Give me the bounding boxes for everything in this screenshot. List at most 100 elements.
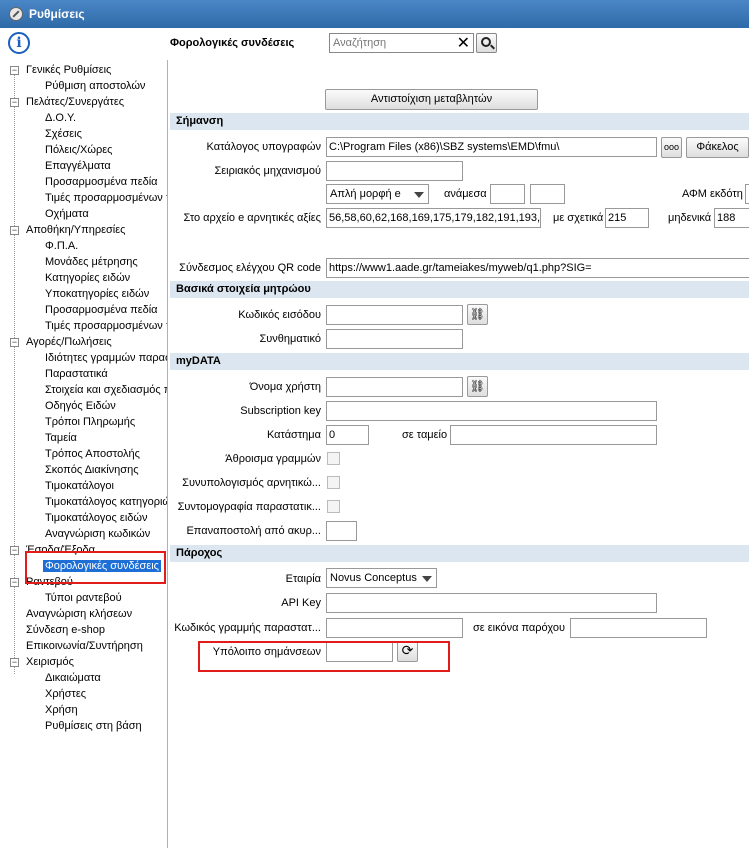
tree-item-users[interactable]: Χρήστες <box>45 688 86 700</box>
tree-item-line-props[interactable]: Ιδιότητες γραμμών παρασ <box>45 352 167 364</box>
expand-toggle[interactable]: − <box>10 66 19 75</box>
form-select-value: Απλή μορφή e <box>330 188 401 200</box>
tree-item-cashboxes[interactable]: Ταμεία <box>45 432 77 444</box>
serial-label: Σειριακός μηχανισμού <box>214 165 321 177</box>
cashbox-label: σε ταμείο <box>402 429 448 441</box>
tree-item-custom-prices[interactable]: Τιμές προσαρμοσμένων π <box>45 320 167 332</box>
tree-item-handling[interactable]: Χειρισμός <box>26 656 74 668</box>
tree-item-custom-fields[interactable]: Προσαρμοσμένα πεδία <box>45 176 158 188</box>
expand-toggle[interactable]: − <box>10 226 19 235</box>
tree-item-custom-fields[interactable]: Προσαρμοσμένα πεδία <box>45 304 158 316</box>
expand-toggle[interactable]: − <box>10 98 19 107</box>
tree-item-doy[interactable]: Δ.Ο.Υ. <box>45 112 76 124</box>
tree-item-vehicles[interactable]: Οχήματα <box>45 208 89 220</box>
username-field[interactable] <box>326 377 463 397</box>
relative-field[interactable]: 215 <box>605 208 649 228</box>
tree-item-cities[interactable]: Πόλεις/Χώρες <box>45 144 112 156</box>
api-key-field[interactable] <box>326 593 657 613</box>
tree-item-shipping[interactable]: Ρύθμιση αποστολών <box>45 80 145 92</box>
tree-item-items-guide[interactable]: Οδηγός Ειδών <box>45 400 116 412</box>
expand-toggle[interactable]: − <box>10 578 19 587</box>
app-icon <box>9 7 23 21</box>
password-label: Συνθηματικό <box>259 333 321 345</box>
title-bar: Ρυθμίσεις <box>0 0 749 28</box>
password-field[interactable] <box>326 329 463 349</box>
tree-item-general[interactable]: Γενικές Ρυθμίσεις <box>26 64 111 76</box>
expand-toggle[interactable]: − <box>10 338 19 347</box>
expand-toggle[interactable]: − <box>10 546 19 555</box>
tree-item-payment-methods[interactable]: Τρόποι Πληρωμής <box>45 416 135 428</box>
catalog-field[interactable]: C:\Program Files (x86)\SBZ systems\EMD\f… <box>326 137 657 157</box>
browse-button[interactable]: ooo <box>661 137 682 158</box>
line-code-field[interactable] <box>326 618 463 638</box>
company-label: Εταιρία <box>285 573 321 585</box>
login-code-field[interactable] <box>326 305 463 325</box>
form-select[interactable]: Απλή μορφή e <box>326 184 429 204</box>
between-from-field[interactable] <box>490 184 525 204</box>
tree-item-custom-prices[interactable]: Τιμές προσαρμοσμένων π <box>45 192 167 204</box>
between-label: ανάμεσα <box>444 188 487 200</box>
tree-item-rights[interactable]: Δικαιώματα <box>45 672 101 684</box>
afm-field[interactable] <box>745 184 749 204</box>
highlight-box <box>25 551 166 584</box>
negative-calc-checkbox[interactable] <box>327 476 340 489</box>
chevron-down-icon <box>422 576 432 582</box>
subscription-key-field[interactable] <box>326 401 657 421</box>
tree-item-call-recognition[interactable]: Αναγνώριση κλήσεων <box>26 608 132 620</box>
tree-item-categories[interactable]: Κατηγορίες ειδών <box>45 272 130 284</box>
zero-label: μηδενικά <box>668 212 712 224</box>
search-button[interactable] <box>476 33 497 53</box>
map-variables-button[interactable]: Αντιστοίχιση μεταβλητών <box>325 89 538 110</box>
tree-item-documents[interactable]: Παραστατικά <box>45 368 108 380</box>
tree-item-movement-purpose[interactable]: Σκοπός Διακίνησης <box>45 464 139 476</box>
expand-toggle[interactable]: − <box>10 658 19 667</box>
search-field[interactable]: ✕ <box>329 33 474 53</box>
provider-image-field[interactable] <box>570 618 707 638</box>
tree-item-pricelist-items[interactable]: Τιμοκατάλογος ειδών <box>45 512 147 524</box>
info-icon[interactable]: i <box>8 32 30 54</box>
store-field[interactable]: 0 <box>326 425 369 445</box>
login-code-label: Κωδικός εισόδου <box>238 309 321 321</box>
username-label: Όνομα χρήστη <box>249 381 321 393</box>
section-mydata: myDATA <box>170 353 749 370</box>
search-input[interactable] <box>330 34 450 52</box>
negative-values-field[interactable]: 56,58,60,62,168,169,175,179,182,191,193,… <box>326 208 541 228</box>
qr-label: Σύνδεσμος ελέγχου QR code <box>179 262 321 274</box>
zero-field[interactable]: 188 <box>714 208 749 228</box>
tree-item-communications[interactable]: Επικοινωνία/Συντήρηση <box>26 640 143 652</box>
tree-item-professions[interactable]: Επαγγέλματα <box>45 160 111 172</box>
api-key-label: API Key <box>281 597 321 609</box>
folder-button[interactable]: Φάκελος <box>686 137 749 158</box>
tree-item-warehouse[interactable]: Αποθήκη/Υπηρεσίες <box>26 224 125 236</box>
abbreviation-checkbox[interactable] <box>327 500 340 513</box>
tree-item-db-settings[interactable]: Ρυθμίσεις στη βάση <box>45 720 142 732</box>
settings-tree: − Γενικές Ρυθμίσεις Ρύθμιση αποστολών − … <box>0 60 168 848</box>
tree-item-clients[interactable]: Πελάτες/Συνεργάτες <box>26 96 124 108</box>
tree-item-usage[interactable]: Χρήση <box>45 704 78 716</box>
link-icon[interactable]: ⛓ <box>467 376 488 397</box>
tree-item-subcategories[interactable]: Υποκατηγορίες ειδών <box>45 288 149 300</box>
company-select[interactable]: Novus Conceptus <box>326 568 437 588</box>
tree-item-relations[interactable]: Σχέσεις <box>45 128 82 140</box>
afm-label: ΑΦΜ εκδότη <box>682 188 743 200</box>
tree-item-pricelist-categories[interactable]: Τιμοκατάλογος κατηγοριώ <box>45 496 167 508</box>
tree-item-sales[interactable]: Αγορές/Πωλήσεις <box>26 336 112 348</box>
tree-item-units[interactable]: Μονάδες μέτρησης <box>45 256 138 268</box>
tree-item-pricelists[interactable]: Τιμοκατάλογοι <box>45 480 114 492</box>
qr-field[interactable]: https://www1.aade.gr/tameiakes/myweb/q1.… <box>326 258 749 278</box>
cashbox-field[interactable] <box>450 425 657 445</box>
resend-label: Επαναποστολή από ακυρ... <box>186 525 321 537</box>
resend-field[interactable] <box>326 521 357 541</box>
section-title: Φορολογικές συνδέσεις <box>170 37 295 49</box>
tree-item-eshop[interactable]: Σύνδεση e-shop <box>26 624 105 636</box>
tree-item-vat[interactable]: Φ.Π.Α. <box>45 240 78 252</box>
tree-item-barcode-recognition[interactable]: Αναγνώριση κωδικών <box>45 528 150 540</box>
clear-icon[interactable]: ✕ <box>457 35 470 51</box>
tree-item-appointment-types[interactable]: Τύποι ραντεβού <box>45 592 122 604</box>
link-icon[interactable]: ⛓ <box>467 304 488 325</box>
tree-item-doc-design[interactable]: Στοιχεία και σχεδιασμός π <box>45 384 167 396</box>
serial-field[interactable] <box>326 161 463 181</box>
between-to-field[interactable] <box>530 184 565 204</box>
sum-lines-checkbox[interactable] <box>327 452 340 465</box>
tree-item-shipping-methods[interactable]: Τρόπος Αποστολής <box>45 448 140 460</box>
